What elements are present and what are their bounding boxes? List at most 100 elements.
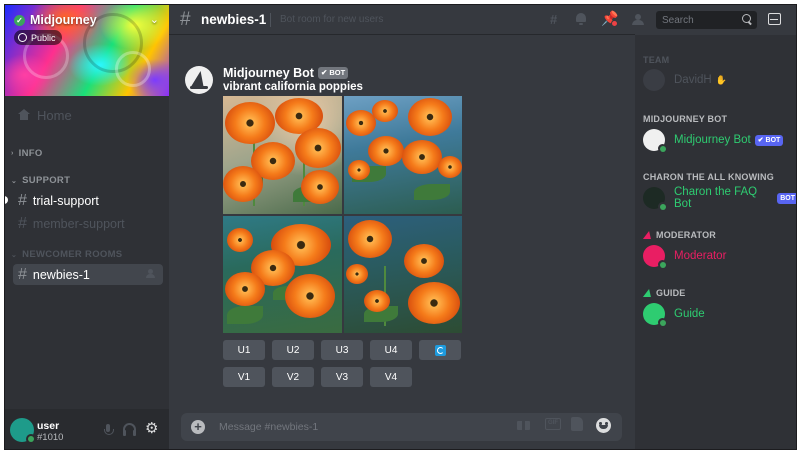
role-label: CHARON THE ALL KNOWING: [643, 172, 774, 182]
variation-button-v4[interactable]: V4: [370, 367, 412, 387]
generated-image-grid[interactable]: [223, 96, 462, 333]
category-support[interactable]: ⌄ SUPPORT: [11, 175, 70, 186]
role-header-moderator: MODERATOR: [643, 230, 716, 240]
poppy: [347, 219, 392, 258]
search-input[interactable]: Search: [656, 11, 757, 29]
poppy: [403, 243, 444, 278]
avatar: [643, 129, 667, 153]
channel-trial-support[interactable]: # trial-support: [5, 190, 163, 211]
poppy: [371, 100, 398, 122]
online-status-icon: [658, 318, 667, 327]
poppy: [285, 273, 335, 318]
message-input[interactable]: Message #newbies-1: [219, 421, 318, 433]
chevron-down-icon[interactable]: ⌄: [150, 13, 159, 26]
channel-sidebar: ✓ Midjourney ⌄ Public Home › INFO ⌄ SUPP…: [5, 5, 169, 449]
channel-newbies-1[interactable]: # newbies-1: [13, 264, 163, 285]
server-header[interactable]: ✓ Midjourney ⌄: [14, 12, 161, 28]
threads-icon[interactable]: #: [550, 13, 564, 26]
reroll-icon: [434, 344, 446, 356]
variation-button-v3[interactable]: V3: [321, 367, 363, 387]
role-label: MODERATOR: [656, 230, 716, 240]
gear-icon[interactable]: ⚙: [145, 421, 158, 436]
caret-down-icon: ⌄: [11, 251, 18, 259]
headset-icon[interactable]: [123, 423, 136, 436]
inbox-icon[interactable]: [768, 13, 781, 25]
member-item[interactable]: Moderator: [643, 244, 726, 269]
poppy: [225, 271, 265, 306]
hash-icon: #: [18, 265, 27, 283]
emoji-icon[interactable]: [596, 418, 611, 433]
variation-button-v1[interactable]: V1: [223, 367, 265, 387]
caret-down-icon: ⌄: [11, 177, 18, 185]
hash-icon: #: [18, 191, 27, 209]
member-list: TEAM DavidH ✋ MIDJOURNEY BOT Midjourney …: [635, 35, 796, 449]
gif-icon[interactable]: GIF: [545, 418, 561, 430]
user-panel: user #1010 ⚙: [5, 409, 169, 449]
variation-button-v2[interactable]: V2: [272, 367, 314, 387]
bell-icon[interactable]: [575, 13, 587, 25]
member-name: DavidH: [674, 74, 712, 86]
message-content: vibrant california poppies: [223, 81, 363, 93]
upscale-button-row: U1 U2 U3 U4: [223, 340, 461, 360]
image-tile: [223, 96, 342, 214]
microphone-icon[interactable]: [104, 424, 114, 437]
poppy: [347, 160, 370, 180]
online-status-icon: [26, 434, 36, 444]
sidebar-item-home[interactable]: Home: [13, 105, 163, 125]
image-tile: [343, 215, 462, 333]
member-item[interactable]: Guide: [643, 302, 705, 327]
avatar[interactable]: [185, 66, 213, 94]
role-header-guide: GUIDE: [643, 288, 686, 298]
public-badge: Public: [14, 30, 62, 45]
poppy: [295, 128, 341, 168]
moderator-role-icon: [643, 231, 652, 240]
banner-swirl: [115, 51, 151, 87]
channel-label: trial-support: [32, 193, 99, 208]
emoji-status-icon: ✋: [715, 74, 727, 85]
image-tile: [223, 215, 342, 333]
avatar: [643, 187, 667, 211]
gift-icon[interactable]: [517, 418, 530, 430]
channel-header: # newbies-1 Bot room for new users: [169, 5, 635, 35]
role-header-midjourney-bot: MIDJOURNEY BOT: [643, 114, 727, 124]
category-label: NEWCOMER ROOMS: [22, 249, 123, 260]
category-label: INFO: [18, 148, 43, 159]
message-author[interactable]: Midjourney Bot: [223, 66, 314, 80]
channel-member-support[interactable]: # member-support: [13, 213, 163, 234]
hash-icon: #: [18, 214, 27, 232]
member-item[interactable]: DavidH ✋: [643, 68, 727, 92]
discord-window: ✓ Midjourney ⌄ Public Home › INFO ⌄ SUPP…: [4, 4, 797, 450]
member-item[interactable]: Midjourney Bot ✔ BOT: [643, 128, 784, 153]
poppy: [437, 156, 462, 178]
page-title: newbies-1: [201, 12, 267, 27]
channel-topic[interactable]: Bot room for new users: [280, 14, 383, 25]
upscale-button-u1[interactable]: U1: [223, 340, 265, 360]
category-newcomer-rooms[interactable]: ⌄ NEWCOMER ROOMS: [11, 249, 122, 260]
plus-icon[interactable]: +: [191, 420, 205, 434]
server-banner[interactable]: ✓ Midjourney ⌄ Public: [5, 5, 169, 96]
pin-icon[interactable]: 📌: [601, 11, 618, 27]
avatar[interactable]: [10, 418, 36, 444]
sticker-icon[interactable]: [571, 417, 583, 431]
poppy: [227, 227, 253, 252]
poppy: [345, 110, 376, 136]
avatar: [643, 303, 667, 327]
avatar: [643, 245, 667, 269]
member-item[interactable]: Charon the FAQ Bot BOT: [643, 186, 796, 211]
leaf: [227, 305, 263, 324]
bot-badge: ✔ BOT: [754, 134, 784, 146]
upscale-button-u4[interactable]: U4: [370, 340, 412, 360]
poppy: [225, 102, 275, 144]
username: user: [37, 420, 60, 432]
upscale-button-u3[interactable]: U3: [321, 340, 363, 360]
search-placeholder: Search: [662, 14, 694, 26]
online-status-icon: [658, 202, 667, 211]
public-label: Public: [31, 32, 56, 43]
invite-member-icon[interactable]: [146, 269, 155, 278]
category-info[interactable]: › INFO: [11, 148, 43, 159]
server-name: Midjourney: [30, 13, 97, 27]
members-icon[interactable]: [632, 14, 646, 25]
reroll-button[interactable]: [419, 340, 461, 360]
channel-label: member-support: [32, 216, 125, 231]
upscale-button-u2[interactable]: U2: [272, 340, 314, 360]
